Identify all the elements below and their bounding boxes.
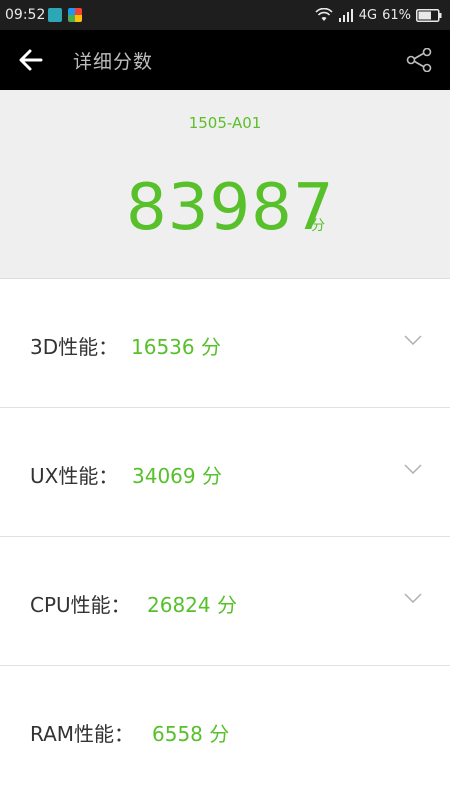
row-label: 3D性能： (30, 335, 119, 359)
device-name: 1505-A01 (188, 114, 262, 132)
gallery-notification-icon (68, 8, 82, 22)
row-3d-performance[interactable]: 3D性能： 16536 分 (0, 279, 450, 408)
row-label: CPU性能： (30, 593, 131, 617)
back-button[interactable] (14, 45, 48, 75)
wifi-icon (315, 8, 333, 21)
total-score: 83987 (126, 171, 335, 245)
battery-icon (416, 8, 442, 22)
row-score: 6558 分 (152, 722, 230, 746)
app-notification-icon (48, 8, 62, 22)
row-score: 34069 分 (132, 464, 222, 488)
row-label: RAM性能： (30, 722, 135, 746)
row-label: UX性能： (30, 464, 119, 488)
status-time: 09:52 (5, 7, 46, 23)
row-score: 26824 分 (147, 593, 237, 617)
share-button[interactable] (404, 45, 434, 75)
score-summary: 1505-A01 83987 分 (0, 90, 450, 279)
page-title: 详细分数 (73, 51, 154, 73)
status-indicators: 4G 61% (315, 6, 442, 24)
chevron-down-icon[interactable] (404, 335, 422, 345)
signal-icon (338, 9, 353, 22)
total-score-unit: 分 (311, 218, 325, 234)
arrow-left-icon (19, 49, 43, 71)
row-ram-performance[interactable]: RAM性能： 6558 分 (0, 666, 450, 800)
status-bar: 09:52 4G 61% (0, 0, 450, 30)
network-type: 4G (358, 7, 378, 23)
share-icon (406, 48, 432, 72)
row-ux-performance[interactable]: UX性能： 34069 分 (0, 408, 450, 537)
chevron-down-icon[interactable] (404, 464, 422, 474)
row-score: 16536 分 (131, 335, 221, 359)
app-bar: 详细分数 (0, 30, 450, 90)
row-cpu-performance[interactable]: CPU性能： 26824 分 (0, 537, 450, 666)
chevron-down-icon[interactable] (404, 593, 422, 603)
battery-percent: 61% (382, 7, 411, 23)
